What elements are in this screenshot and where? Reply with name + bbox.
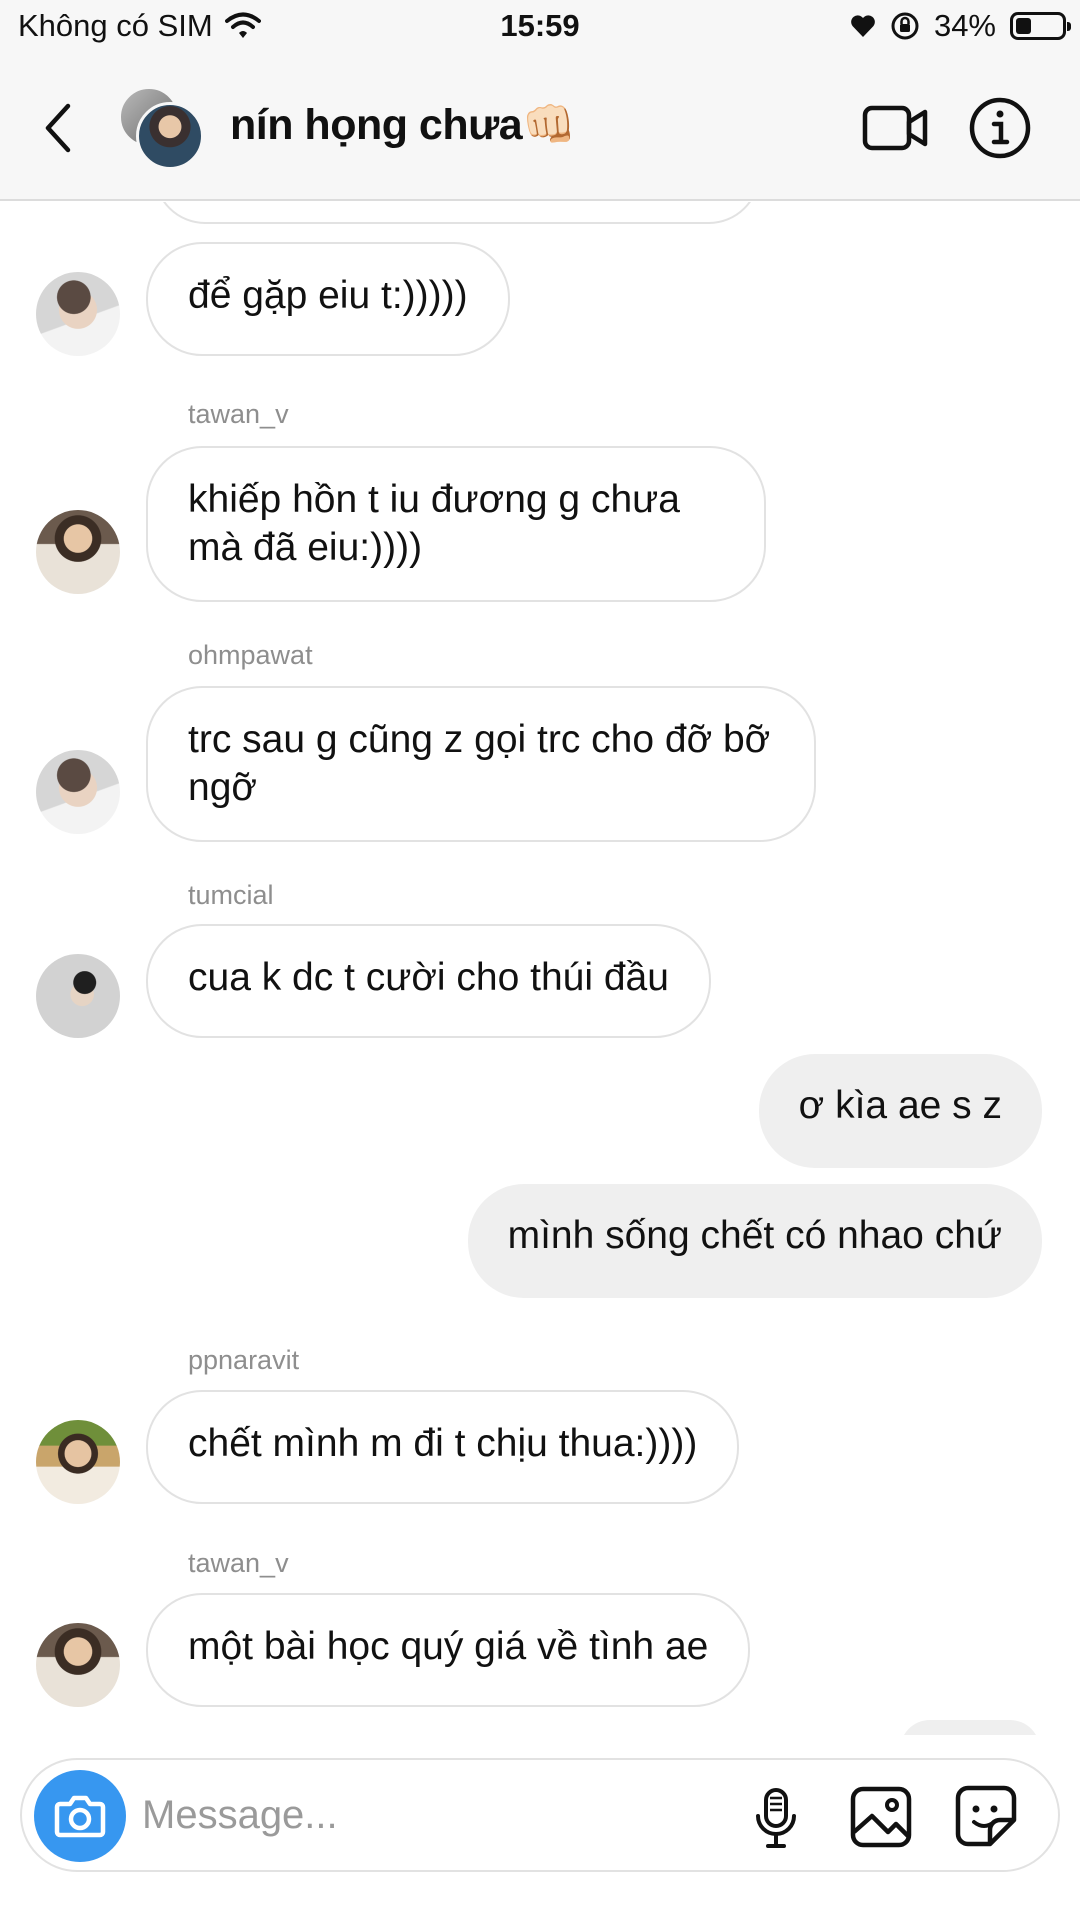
avatar[interactable] xyxy=(36,272,120,356)
partial-message-bubble xyxy=(154,202,760,224)
video-call-icon[interactable] xyxy=(862,100,928,156)
avatar[interactable] xyxy=(36,954,120,1038)
message-text: chết mình m đi t chịu thua:)))) xyxy=(188,1422,698,1465)
message-bubble[interactable]: cua k dc t cười cho thúi đầu xyxy=(146,924,711,1038)
info-icon[interactable] xyxy=(968,96,1032,160)
message-bubble[interactable]: trc sau g cũng z gọi trc cho đỡ bỡ ngỡ xyxy=(146,686,816,842)
orientation-lock-icon xyxy=(891,12,919,40)
message-text: khiếp hồn t iu đương g chưa mà đã eiu:))… xyxy=(188,478,680,569)
group-avatar-primary xyxy=(136,102,204,170)
avatar[interactable] xyxy=(36,510,120,594)
chat-header: nín họng chưa👊🏻 xyxy=(0,58,1080,201)
message-list[interactable]: để gặp eiu t:))))) tawan_v khiếp hồn t i… xyxy=(0,202,1080,1735)
my-message-bubble[interactable]: mình sống chết có nhao chứ xyxy=(467,1184,1042,1298)
camera-icon xyxy=(54,1795,106,1838)
message-text: mình sống chết có nhao chứ xyxy=(507,1214,1002,1257)
sticker-icon[interactable] xyxy=(954,1784,1018,1848)
avatar[interactable] xyxy=(36,1623,120,1707)
battery-percent: 34% xyxy=(933,8,996,43)
message-text: ơ kìa ae s z xyxy=(798,1084,1002,1127)
partial-my-message-bubble xyxy=(900,1720,1040,1735)
group-avatar[interactable] xyxy=(118,86,206,170)
message-bubble[interactable]: chết mình m đi t chịu thua:)))) xyxy=(146,1390,740,1504)
message-text: cua k dc t cười cho thúi đầu xyxy=(188,956,669,999)
battery-fill xyxy=(1016,18,1031,34)
message-bubble[interactable]: một bài học quý giá về tình ae xyxy=(146,1593,751,1707)
battery-icon xyxy=(1010,12,1071,40)
sender-name: ppnaravit xyxy=(188,1345,300,1375)
heart-icon xyxy=(851,15,875,37)
sender-name: tumcial xyxy=(188,880,274,910)
message-bubble[interactable]: để gặp eiu t:))))) xyxy=(146,242,510,356)
my-message-bubble[interactable]: ơ kìa ae s z xyxy=(758,1054,1042,1168)
camera-button[interactable] xyxy=(34,1770,126,1862)
sender-name: tawan_v xyxy=(188,399,289,429)
message-text: một bài học quý giá về tình ae xyxy=(188,1625,709,1668)
status-bar: Không có SIM 15:59 34% xyxy=(0,0,1080,58)
avatar[interactable] xyxy=(36,750,120,834)
message-composer xyxy=(20,1758,1060,1872)
microphone-icon[interactable] xyxy=(750,1786,802,1850)
message-bubble[interactable]: khiếp hồn t iu đương g chưa mà đã eiu:))… xyxy=(146,446,766,602)
sender-name: tawan_v xyxy=(188,1548,289,1578)
gallery-icon[interactable] xyxy=(850,1786,912,1848)
sender-name: ohmpawat xyxy=(188,640,313,670)
message-text: để gặp eiu t:))))) xyxy=(188,274,468,317)
message-text: trc sau g cũng z gọi trc cho đỡ bỡ ngỡ xyxy=(188,718,771,809)
avatar[interactable] xyxy=(36,1420,120,1504)
chat-title[interactable]: nín họng chưa👊🏻 xyxy=(230,100,576,150)
status-right: 34% xyxy=(850,8,1071,44)
message-input[interactable] xyxy=(142,1782,602,1848)
back-chevron-icon[interactable] xyxy=(38,98,78,158)
